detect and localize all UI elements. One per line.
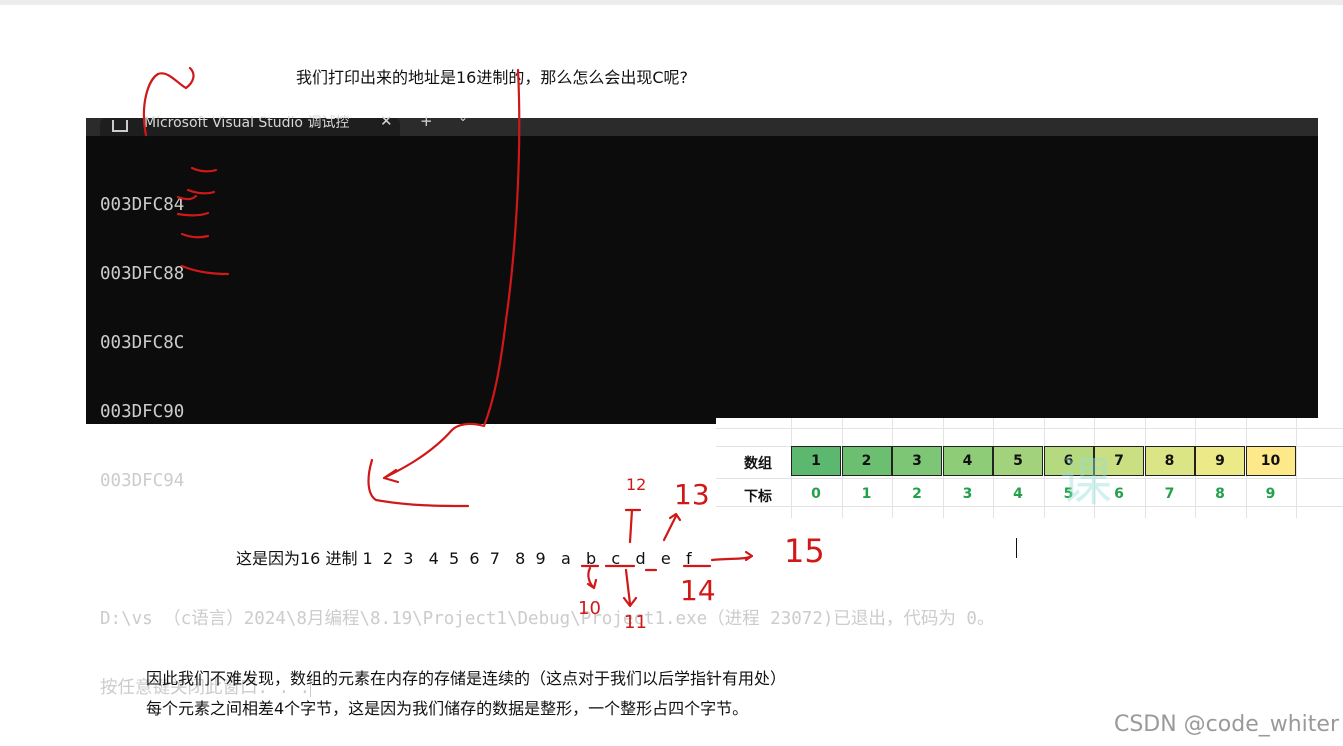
ink-number-13: 13 — [674, 478, 710, 511]
ink-arrow-head-top — [142, 66, 195, 137]
ink-arrow-f — [710, 550, 754, 562]
ink-number-12: 12 — [626, 475, 646, 494]
ink-arrow-b-up — [624, 508, 642, 544]
ink-underline-3 — [176, 194, 198, 201]
ink-number-15: 15 — [784, 532, 825, 570]
handwritten-annotations: 10 11 12 13 14 15 — [142, 66, 825, 633]
ink-long-curve — [382, 68, 521, 484]
ink-arrow-a-down — [586, 566, 598, 590]
ink-bracket — [367, 458, 470, 508]
ink-underline-2 — [186, 188, 216, 195]
ink-underline-1 — [190, 166, 218, 173]
ink-underline-4 — [176, 211, 210, 217]
ink-underline-6 — [180, 264, 230, 276]
ink-number-11: 11 — [624, 612, 647, 633]
ink-number-14: 14 — [680, 574, 716, 607]
ink-arrow-d-up — [662, 512, 682, 542]
ink-arrow-c-down — [622, 568, 638, 608]
ink-number-10: 10 — [578, 598, 601, 619]
ink-underline-5 — [180, 232, 210, 239]
